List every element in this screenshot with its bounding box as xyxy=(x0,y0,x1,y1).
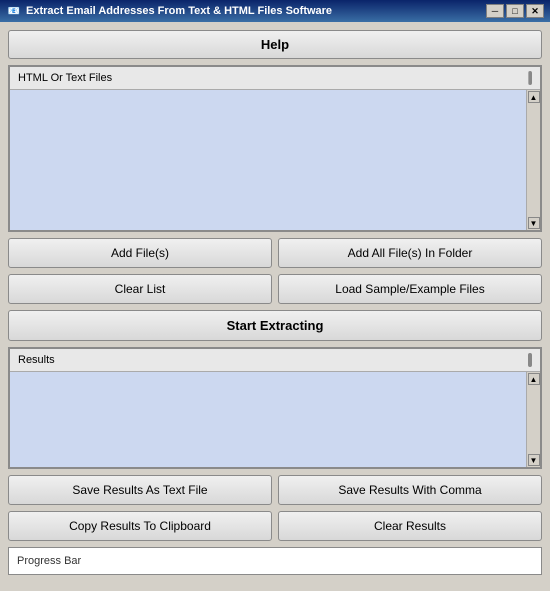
maximize-button[interactable]: □ xyxy=(506,4,524,18)
clear-results-button[interactable]: Clear Results xyxy=(278,511,542,541)
clear-load-row: Clear List Load Sample/Example Files xyxy=(8,274,542,304)
title-bar-text: Extract Email Addresses From Text & HTML… xyxy=(26,5,486,17)
title-bar-buttons: ─ □ ✕ xyxy=(486,4,544,18)
files-list-area xyxy=(10,90,526,230)
save-comma-button[interactable]: Save Results With Comma xyxy=(278,475,542,505)
files-scrollbar[interactable]: ▲ ▼ xyxy=(526,90,540,230)
results-panel-header: Results xyxy=(10,349,540,372)
title-bar: 📧 Extract Email Addresses From Text & HT… xyxy=(0,0,550,22)
files-panel-header: HTML Or Text Files xyxy=(10,67,540,90)
results-scrollbar[interactable]: ▲ ▼ xyxy=(526,372,540,467)
results-scrollbar-indicator xyxy=(528,353,532,367)
main-content: Help HTML Or Text Files ▲ ▼ Add File(s) … xyxy=(0,22,550,591)
close-button[interactable]: ✕ xyxy=(526,4,544,18)
progress-bar-section: Progress Bar xyxy=(8,547,542,575)
results-list-area xyxy=(10,372,526,467)
minimize-button[interactable]: ─ xyxy=(486,4,504,18)
app-icon: 📧 xyxy=(6,3,22,19)
clear-list-button[interactable]: Clear List xyxy=(8,274,272,304)
results-panel-label: Results xyxy=(18,354,528,366)
add-all-files-button[interactable]: Add All File(s) In Folder xyxy=(278,238,542,268)
copy-clear-row: Copy Results To Clipboard Clear Results xyxy=(8,511,542,541)
files-panel: HTML Or Text Files ▲ ▼ xyxy=(8,65,542,232)
files-scrollbar-indicator xyxy=(528,71,532,85)
start-extracting-button[interactable]: Start Extracting xyxy=(8,310,542,341)
files-panel-label: HTML Or Text Files xyxy=(18,72,528,84)
load-sample-button[interactable]: Load Sample/Example Files xyxy=(278,274,542,304)
copy-clipboard-button[interactable]: Copy Results To Clipboard xyxy=(8,511,272,541)
results-panel: Results ▲ ▼ xyxy=(8,347,542,469)
help-button[interactable]: Help xyxy=(8,30,542,59)
add-files-row: Add File(s) Add All File(s) In Folder xyxy=(8,238,542,268)
files-list-body: ▲ ▼ xyxy=(10,90,540,230)
add-files-button[interactable]: Add File(s) xyxy=(8,238,272,268)
results-list-body: ▲ ▼ xyxy=(10,372,540,467)
save-results-row: Save Results As Text File Save Results W… xyxy=(8,475,542,505)
save-text-button[interactable]: Save Results As Text File xyxy=(8,475,272,505)
progress-bar-label: Progress Bar xyxy=(17,555,81,567)
